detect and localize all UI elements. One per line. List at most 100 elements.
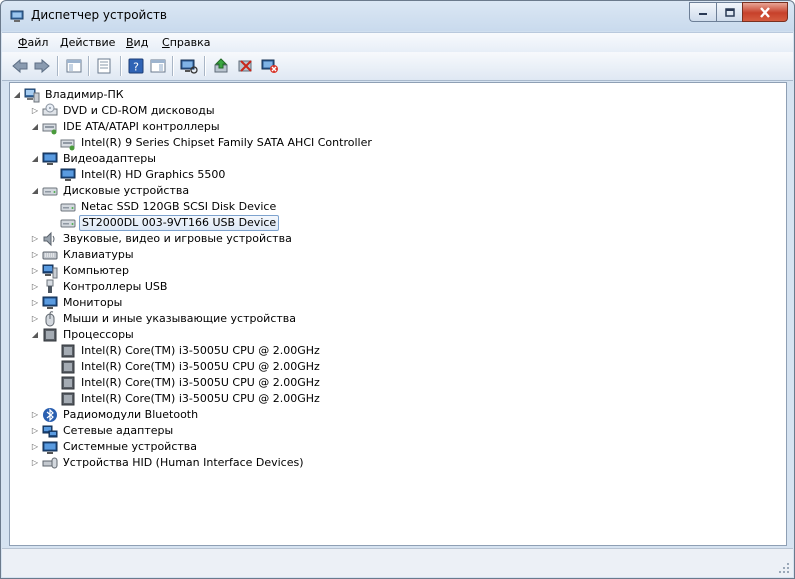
back-arrow-icon bbox=[12, 58, 28, 74]
expand-arrow-icon[interactable]: ▷ bbox=[31, 459, 39, 467]
computer-root-icon bbox=[24, 88, 40, 103]
tree-category[interactable]: ▷ Мониторы bbox=[32, 295, 124, 311]
processor-icon bbox=[61, 376, 75, 390]
uninstall-device-icon bbox=[261, 59, 278, 73]
expand-arrow-icon[interactable]: ▷ bbox=[31, 283, 39, 291]
speaker-icon bbox=[43, 231, 55, 247]
menu-help[interactable]: Справка bbox=[162, 36, 210, 49]
disk-drive-icon bbox=[42, 187, 58, 196]
mouse-icon bbox=[45, 311, 55, 327]
toolbar-separator bbox=[172, 56, 174, 76]
tree-category[interactable]: ▷ Мыши и иные указывающие устройства bbox=[32, 311, 298, 327]
tree-device[interactable]: Intel(R) Core(TM) i3-5005U CPU @ 2.00GHz bbox=[60, 391, 322, 407]
help-button[interactable]: ? bbox=[126, 56, 146, 76]
update-driver-button[interactable] bbox=[212, 56, 232, 76]
device-tree[interactable]: ◢ Владимир-ПК ▷ DVD и CD-ROM дисководы ◢ IDE … bbox=[9, 82, 787, 546]
display-adapter-icon bbox=[42, 152, 58, 165]
expand-arrow-icon[interactable]: ▷ bbox=[31, 251, 39, 259]
disable-device-button[interactable] bbox=[236, 56, 256, 76]
title-bar[interactable]: Диспетчер устройств bbox=[1, 1, 794, 31]
tree-category[interactable]: ▷ Системные устройства bbox=[32, 439, 199, 455]
tree-device[interactable]: Netac SSD 120GB SCSI Disk Device bbox=[60, 199, 278, 215]
expand-arrow-icon[interactable]: ▷ bbox=[31, 299, 39, 307]
system-devices-icon bbox=[42, 441, 58, 454]
tree-item-label: Intel(R) Core(TM) i3-5005U CPU @ 2.00GHz bbox=[81, 376, 320, 389]
tree-category[interactable]: ◢ Видеоадаптеры bbox=[32, 151, 158, 167]
help-icon: ? bbox=[128, 58, 144, 74]
minimize-button[interactable] bbox=[689, 2, 716, 22]
uninstall-device-button[interactable] bbox=[260, 56, 280, 76]
tree-category[interactable]: ▷ Звуковые, видео и игровые устройства bbox=[32, 231, 294, 247]
menu-view[interactable]: Вид bbox=[126, 36, 148, 49]
tree-item-label: Intel(R) 9 Series Chipset Family SATA AH… bbox=[81, 136, 372, 149]
tree-item-label: Процессоры bbox=[63, 328, 134, 341]
expand-arrow-icon[interactable]: ▷ bbox=[31, 267, 39, 275]
processor-icon bbox=[61, 344, 75, 358]
keyboard-icon bbox=[42, 251, 58, 260]
console-tree-icon bbox=[66, 59, 82, 73]
window-title: Диспетчер устройств bbox=[31, 8, 168, 22]
expand-arrow-icon[interactable]: ▷ bbox=[31, 427, 39, 435]
scan-hardware-button[interactable] bbox=[179, 56, 199, 76]
ide-controller-icon bbox=[42, 123, 57, 135]
tree-category[interactable]: ▷ Устройства HID (Human Interface Devices… bbox=[32, 455, 306, 471]
show-console-tree-button[interactable] bbox=[64, 56, 84, 76]
collapse-arrow-icon[interactable]: ◢ bbox=[13, 91, 21, 99]
expand-arrow-icon[interactable]: ▷ bbox=[31, 443, 39, 451]
tree-device[interactable]: Intel(R) Core(TM) i3-5005U CPU @ 2.00GHz bbox=[60, 375, 322, 391]
monitor-icon bbox=[42, 296, 58, 309]
maximize-button[interactable] bbox=[716, 2, 742, 22]
tree-item-label: Intel(R) Core(TM) i3-5005U CPU @ 2.00GHz bbox=[81, 392, 320, 405]
tree-category[interactable]: ▷ DVD и CD-ROM дисководы bbox=[32, 103, 217, 119]
hid-icon bbox=[42, 457, 58, 469]
collapse-arrow-icon[interactable]: ◢ bbox=[31, 123, 39, 131]
expand-arrow-icon[interactable]: ▷ bbox=[31, 235, 39, 243]
maximize-icon bbox=[724, 7, 735, 17]
resize-grip-icon[interactable] bbox=[779, 563, 789, 573]
tree-root[interactable]: ◢ Владимир-ПК bbox=[14, 87, 126, 103]
status-bar bbox=[2, 548, 793, 577]
tree-item-label: Системные устройства bbox=[63, 440, 197, 453]
tree-device[interactable]: Intel(R) 9 Series Chipset Family SATA AH… bbox=[60, 135, 374, 151]
tree-category[interactable]: ▷ Сетевые адаптеры bbox=[32, 423, 175, 439]
tree-device[interactable]: Intel(R) HD Graphics 5500 bbox=[60, 167, 227, 183]
menu-file[interactable]: Файл bbox=[18, 36, 48, 49]
action-pane-button[interactable] bbox=[148, 56, 168, 76]
expand-arrow-icon[interactable]: ▷ bbox=[31, 107, 39, 115]
disk-drive-icon bbox=[60, 203, 76, 212]
action-pane-icon bbox=[150, 59, 166, 73]
forward-arrow-icon bbox=[34, 58, 50, 74]
expand-arrow-icon[interactable]: ▷ bbox=[31, 315, 39, 323]
tree-device[interactable]: Intel(R) Core(TM) i3-5005U CPU @ 2.00GHz bbox=[60, 343, 322, 359]
tree-item-label: Владимир-ПК bbox=[45, 88, 124, 101]
tree-category[interactable]: ▷ Радиомодули Bluetooth bbox=[32, 407, 200, 423]
tree-device-selected[interactable]: ST2000DL 003-9VT166 USB Device bbox=[60, 215, 280, 231]
tree-category[interactable]: ◢ Процессоры bbox=[32, 327, 136, 343]
tree-device[interactable]: Intel(R) Core(TM) i3-5005U CPU @ 2.00GHz bbox=[60, 359, 322, 375]
tree-category[interactable]: ▷ Клавиатуры bbox=[32, 247, 136, 263]
collapse-arrow-icon[interactable]: ◢ bbox=[31, 331, 39, 339]
menu-view-label: ид bbox=[133, 36, 149, 49]
tree-category[interactable]: ▷ Компьютер bbox=[32, 263, 131, 279]
close-button[interactable] bbox=[742, 2, 788, 22]
tree-item-label: Netac SSD 120GB SCSI Disk Device bbox=[81, 200, 277, 213]
close-icon bbox=[760, 6, 770, 18]
expand-arrow-icon[interactable]: ▷ bbox=[31, 411, 39, 419]
tree-category[interactable]: ◢ IDE ATA/ATAPI контроллеры bbox=[32, 119, 222, 135]
collapse-arrow-icon[interactable]: ◢ bbox=[31, 155, 39, 163]
tree-category[interactable]: ▷ Контроллеры USB bbox=[32, 279, 169, 295]
menu-action[interactable]: Действие bbox=[60, 36, 115, 49]
device-manager-window: Диспетчер устройств Файл Действие Вид Сп… bbox=[0, 0, 795, 579]
svg-text:?: ? bbox=[133, 61, 139, 74]
properties-button[interactable] bbox=[94, 56, 114, 76]
tree-item-label: Intel(R) Core(TM) i3-5005U CPU @ 2.00GHz bbox=[81, 344, 320, 357]
back-button[interactable] bbox=[10, 56, 30, 76]
tree-category[interactable]: ◢ Дисковые устройства bbox=[32, 183, 191, 199]
tree-item-label: Видеоадаптеры bbox=[63, 152, 156, 165]
tree-item-label: DVD и CD-ROM дисководы bbox=[63, 104, 215, 117]
forward-button[interactable] bbox=[32, 56, 52, 76]
ide-controller-icon bbox=[60, 139, 75, 151]
collapse-arrow-icon[interactable]: ◢ bbox=[31, 187, 39, 195]
menu-view-accesskey: В bbox=[126, 36, 134, 49]
tree-item-label: Контроллеры USB bbox=[63, 280, 168, 293]
